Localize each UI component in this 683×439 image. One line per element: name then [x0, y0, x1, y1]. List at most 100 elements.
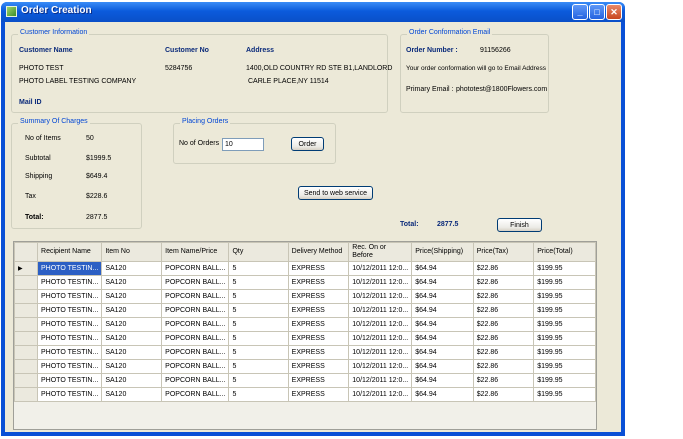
grid-cell[interactable]: 10/12/2011 12:0...	[348, 275, 413, 290]
grid-cell[interactable]: SA120	[101, 275, 163, 290]
grid-cell[interactable]: $22.86	[472, 303, 535, 318]
row-header[interactable]	[14, 331, 39, 346]
row-header[interactable]	[14, 387, 39, 402]
table-row[interactable]: PHOTO TESTIN... SA120 POPCORN BALL... 5 EXPR…	[14, 303, 596, 318]
grid-cell[interactable]: $64.94	[411, 345, 474, 360]
grid-cell[interactable]: 5	[228, 345, 289, 360]
grid-cell[interactable]: SA120	[101, 373, 163, 388]
grid-cell[interactable]: POPCORN BALL...	[161, 373, 230, 388]
grid-cell[interactable]: 5	[228, 303, 289, 318]
grid-cell[interactable]: PHOTO TESTIN...	[37, 275, 103, 290]
grid-cell[interactable]: $199.95	[533, 345, 596, 360]
order-button[interactable]: Order	[291, 137, 324, 151]
row-header[interactable]	[14, 303, 39, 318]
grid-cell[interactable]: PHOTO TESTIN...	[37, 289, 103, 304]
grid-cell[interactable]: $199.95	[533, 331, 596, 346]
grid-cell[interactable]: PHOTO TESTIN...	[37, 303, 103, 318]
grid-cell[interactable]: EXPRESS	[287, 289, 350, 304]
grid-cell[interactable]: 5	[228, 331, 289, 346]
grid-cell[interactable]: PHOTO TESTIN...	[37, 387, 103, 402]
table-row[interactable]: PHOTO TESTIN... SA120 POPCORN BALL... 5 EXPR…	[14, 317, 596, 332]
orders-count-input[interactable]	[222, 138, 264, 151]
column-header[interactable]: Rec. On or Before	[348, 242, 413, 262]
table-row[interactable]: PHOTO TESTIN... SA120 POPCORN BALL... 5 EXPR…	[14, 275, 596, 290]
send-to-web-service-button[interactable]: Send to web service	[298, 186, 373, 200]
table-row[interactable]: PHOTO TESTIN... SA120 POPCORN BALL... 5 EXPR…	[14, 331, 596, 346]
grid-cell[interactable]: EXPRESS	[287, 345, 350, 360]
grid-cell[interactable]: $64.94	[411, 373, 474, 388]
grid-cell[interactable]: EXPRESS	[287, 275, 350, 290]
grid-cell[interactable]: 10/12/2011 12:0...	[348, 303, 413, 318]
grid-cell[interactable]: 10/12/2011 12:0...	[348, 387, 413, 402]
grid-cell[interactable]: 10/12/2011 12:0...	[348, 317, 413, 332]
grid-cell[interactable]: POPCORN BALL...	[161, 289, 230, 304]
grid-cell[interactable]: $64.94	[411, 275, 474, 290]
grid-cell[interactable]: $64.94	[411, 331, 474, 346]
grid-cell[interactable]: $64.94	[411, 317, 474, 332]
grid-cell[interactable]: 5	[228, 359, 289, 374]
grid-cell[interactable]: $64.94	[411, 359, 474, 374]
grid-cell[interactable]: EXPRESS	[287, 373, 350, 388]
grid-cell[interactable]: $64.94	[411, 303, 474, 318]
grid-cell[interactable]: $199.95	[533, 303, 596, 318]
grid-cell[interactable]: SA120	[101, 345, 163, 360]
grid-cell[interactable]: $22.86	[472, 345, 535, 360]
column-header[interactable]: Delivery Method	[287, 242, 350, 262]
grid-cell[interactable]: $199.95	[533, 387, 596, 402]
grid-cell[interactable]: $22.86	[472, 275, 535, 290]
table-row[interactable]: PHOTO TESTIN... SA120 POPCORN BALL... 5 EXPR…	[14, 359, 596, 374]
table-row[interactable]: PHOTO TESTIN... SA120 POPCORN BALL... 5 EXPR…	[14, 345, 596, 360]
grid-cell[interactable]: POPCORN BALL...	[161, 317, 230, 332]
grid-cell[interactable]: POPCORN BALL...	[161, 261, 230, 276]
column-header[interactable]: Item No	[101, 242, 163, 262]
grid-cell[interactable]: 5	[228, 387, 289, 402]
grid-cell[interactable]: 10/12/2011 12:0...	[348, 373, 413, 388]
grid-cell[interactable]: $22.86	[472, 359, 535, 374]
grid-cell[interactable]: $22.86	[472, 331, 535, 346]
grid-cell[interactable]: EXPRESS	[287, 303, 350, 318]
grid-cell[interactable]: 10/12/2011 12:0...	[348, 261, 413, 276]
grid-cell[interactable]: PHOTO TESTIN...	[37, 345, 103, 360]
column-header[interactable]: Price(Shipping)	[411, 242, 474, 262]
row-header[interactable]	[14, 373, 39, 388]
grid-cell[interactable]: SA120	[101, 303, 163, 318]
grid-cell[interactable]: EXPRESS	[287, 317, 350, 332]
orders-grid[interactable]: Recipient Name Item No Item Name/Price Q…	[13, 241, 597, 430]
grid-cell[interactable]: $22.86	[472, 373, 535, 388]
grid-cell[interactable]: POPCORN BALL...	[161, 331, 230, 346]
grid-cell[interactable]: POPCORN BALL...	[161, 345, 230, 360]
grid-cell[interactable]: $22.86	[472, 317, 535, 332]
close-button[interactable]: ✕	[606, 4, 622, 20]
grid-cell[interactable]: PHOTO TESTIN...	[37, 331, 103, 346]
minimize-button[interactable]: _	[572, 4, 588, 20]
grid-cell[interactable]: $64.94	[411, 289, 474, 304]
grid-cell[interactable]: PHOTO TESTIN...	[37, 261, 103, 276]
grid-cell[interactable]: $199.95	[533, 317, 596, 332]
grid-cell[interactable]: $22.86	[472, 289, 535, 304]
grid-cell[interactable]: $64.94	[411, 261, 474, 276]
grid-cell[interactable]: $22.86	[472, 387, 535, 402]
grid-cell[interactable]: 5	[228, 275, 289, 290]
grid-cell[interactable]: PHOTO TESTIN...	[37, 359, 103, 374]
column-header[interactable]: Recipient Name	[37, 242, 103, 262]
row-header[interactable]	[14, 275, 39, 290]
grid-cell[interactable]: 10/12/2011 12:0...	[348, 345, 413, 360]
grid-cell[interactable]: EXPRESS	[287, 261, 350, 276]
grid-cell[interactable]: 5	[228, 373, 289, 388]
column-header[interactable]: Qty	[228, 242, 289, 262]
table-row[interactable]: PHOTO TESTIN... SA120 POPCORN BALL... 5 EXPR…	[14, 289, 596, 304]
grid-cell[interactable]: $199.95	[533, 275, 596, 290]
grid-cell[interactable]: $199.95	[533, 373, 596, 388]
maximize-button[interactable]: □	[589, 4, 605, 20]
grid-cell[interactable]: PHOTO TESTIN...	[37, 373, 103, 388]
grid-cell[interactable]: SA120	[101, 289, 163, 304]
grid-cell[interactable]: $64.94	[411, 387, 474, 402]
grid-cell[interactable]: SA120	[101, 387, 163, 402]
table-row[interactable]: ▶ PHOTO TESTIN... SA120 POPCORN BALL... 5 EXP…	[14, 261, 596, 276]
finish-button[interactable]: Finish	[497, 218, 542, 232]
grid-cell[interactable]: SA120	[101, 359, 163, 374]
grid-cell[interactable]: PHOTO TESTIN...	[37, 317, 103, 332]
grid-cell[interactable]: $199.95	[533, 289, 596, 304]
table-row[interactable]: PHOTO TESTIN... SA120 POPCORN BALL... 5 EXPR…	[14, 373, 596, 388]
grid-cell[interactable]: EXPRESS	[287, 387, 350, 402]
